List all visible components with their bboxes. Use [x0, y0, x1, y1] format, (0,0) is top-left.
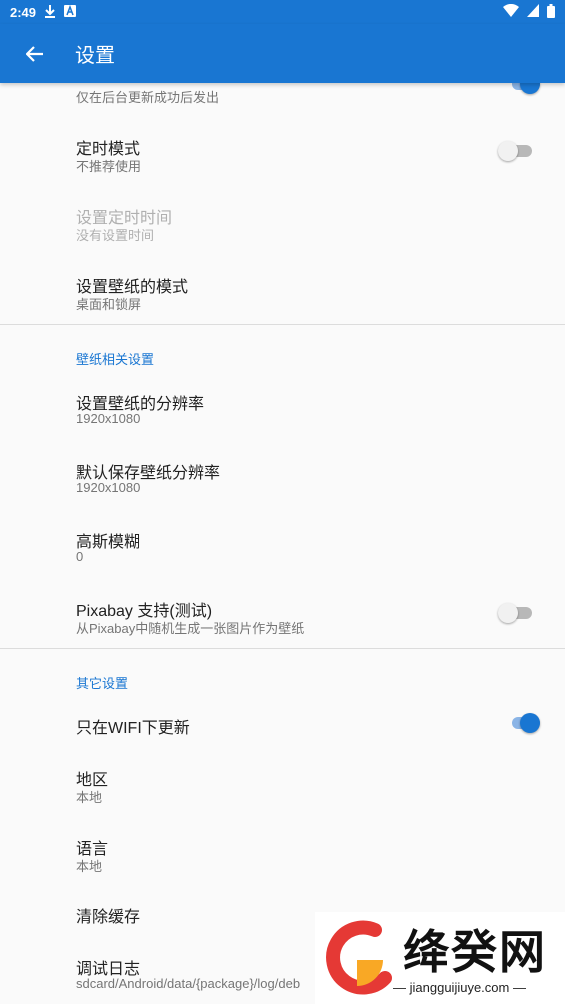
setting-title: 高斯模糊 [76, 534, 141, 551]
setting-subtitle: 本地 [76, 790, 103, 805]
watermark-logo-icon [326, 920, 392, 995]
pixabay-switch[interactable] [498, 603, 538, 623]
watermark-url: — jiangguijiuye.com — [393, 980, 526, 995]
setting-subtitle: 从Pixabay中随机生成一张图片作为壁纸 [76, 621, 305, 636]
setting-subtitle: 没有设置时间 [76, 228, 155, 243]
arrow-left-icon [26, 45, 43, 62]
setting-title: 只在WIFI下更新 [76, 720, 190, 737]
setting-wallpaper-mode[interactable]: 设置壁纸的模式 桌面和锁屏 [0, 259, 565, 321]
status-time: 2:49 [10, 4, 37, 20]
signal-icon [527, 4, 539, 20]
app-notification-icon [64, 4, 77, 20]
setting-subtitle: sdcard/Android/data/{package}/log/deb [76, 976, 301, 991]
section-header-wallpaper: 壁纸相关设置 [76, 352, 155, 367]
switch-thumb [520, 83, 540, 94]
watermark: 绛癸网 — jiangguijiuye.com — [315, 912, 565, 1004]
setting-timer[interactable]: 定时模式 不推荐使用 [0, 121, 565, 183]
switch-thumb [498, 141, 518, 161]
setting-resolution[interactable]: 设置壁纸的分辨率 1920x1080 [0, 376, 565, 438]
divider [0, 648, 565, 649]
setting-wifi-only[interactable]: 只在WIFI下更新 [0, 701, 565, 747]
setting-subtitle: 桌面和锁屏 [76, 297, 142, 312]
setting-notify[interactable]: 仅在后台更新成功后发出 [0, 83, 565, 113]
switch-thumb [520, 713, 540, 733]
setting-blur[interactable]: 高斯模糊 0 [0, 514, 565, 576]
section-header-other: 其它设置 [76, 676, 129, 691]
watermark-name: 绛癸网 [403, 925, 547, 979]
setting-subtitle: 1920x1080 [76, 411, 141, 426]
notify-switch[interactable] [502, 83, 542, 94]
setting-region[interactable]: 地区 本地 [0, 752, 565, 814]
app-bar: 设置 [0, 24, 565, 83]
setting-set-time: 设置定时时间 没有设置时间 [0, 190, 565, 252]
setting-subtitle: 仅在后台更新成功后发出 [76, 90, 220, 105]
download-icon [44, 4, 56, 21]
wifi-only-switch[interactable] [502, 713, 542, 733]
setting-subtitle: 不推荐使用 [76, 159, 142, 174]
setting-pixabay[interactable]: Pixabay 支持(测试) 从Pixabay中随机生成一张图片作为壁纸 [0, 583, 565, 645]
setting-title: 清除缓存 [76, 909, 141, 926]
setting-subtitle: 1920x1080 [76, 480, 141, 495]
page-title: 设置 [75, 45, 115, 67]
setting-subtitle: 0 [76, 549, 84, 564]
wifi-icon [503, 3, 519, 20]
switch-thumb [498, 603, 518, 623]
battery-icon [547, 3, 555, 21]
divider [0, 324, 565, 325]
status-bar: 2:49 [0, 0, 565, 24]
timer-switch[interactable] [498, 141, 538, 161]
setting-language[interactable]: 语言 本地 [0, 821, 565, 883]
back-button[interactable] [0, 24, 70, 83]
setting-save-resolution[interactable]: 默认保存壁纸分辨率 1920x1080 [0, 445, 565, 507]
setting-subtitle: 本地 [76, 859, 103, 874]
settings-list[interactable]: 仅在后台更新成功后发出 定时模式 不推荐使用 设置定时时间 没有设置时间 设置壁… [0, 83, 565, 1004]
